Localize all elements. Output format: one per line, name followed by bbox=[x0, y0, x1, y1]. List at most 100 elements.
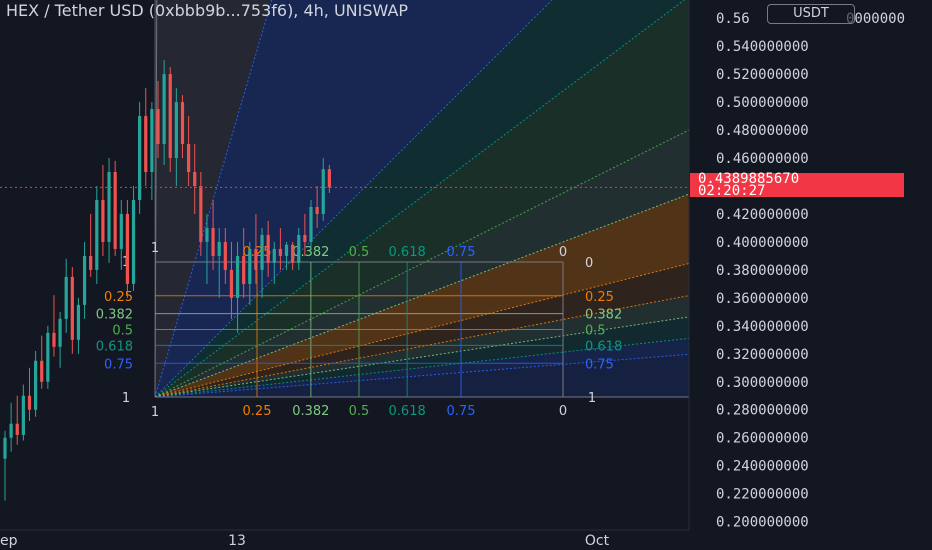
price-axis-label: 0.240000000 bbox=[716, 459, 809, 475]
price-axis-label: 0.200000000 bbox=[716, 515, 809, 531]
gann-level-label-right: 0.618 bbox=[585, 339, 622, 354]
price-axis-label: 0.300000000 bbox=[716, 375, 809, 391]
price-axis-label: 0.520000000 bbox=[716, 67, 809, 83]
candle-body bbox=[113, 172, 117, 249]
candle-body bbox=[229, 269, 234, 298]
gann-level-label-bottom: 0.382 bbox=[292, 404, 329, 419]
candle-body bbox=[46, 332, 50, 382]
candle-body bbox=[168, 74, 172, 159]
candle-body bbox=[101, 199, 105, 242]
candle-body bbox=[272, 248, 276, 263]
price-axis-label: 0.540000000 bbox=[716, 39, 809, 55]
price-chart[interactable]: 0.250.250.250.250.3820.3820.3820.3820.50… bbox=[0, 0, 932, 550]
candle-body bbox=[21, 395, 25, 435]
candle-body bbox=[297, 234, 301, 263]
candle-body bbox=[327, 169, 331, 188]
gann-level-label-top: 0.75 bbox=[447, 245, 476, 260]
last-price-tag: 0.4389885670 02:20:27 bbox=[690, 172, 904, 199]
chart-title: HEX / Tether USD (0xbbb9b...753f6), 4h, … bbox=[6, 1, 409, 20]
price-axis-label: 0.320000000 bbox=[716, 347, 809, 363]
candle-body bbox=[309, 206, 313, 242]
candle-body bbox=[144, 116, 148, 173]
candle-body bbox=[40, 360, 44, 382]
candle-body bbox=[156, 109, 160, 145]
time-axis-label: ep bbox=[0, 533, 18, 549]
gann-one-label: 1 bbox=[122, 391, 130, 406]
price-axis-label: 0.460000000 bbox=[716, 151, 809, 167]
gann-one-label: 1 bbox=[151, 241, 159, 256]
candle-body bbox=[34, 360, 38, 410]
gann-level-label-bottom: 0.25 bbox=[243, 404, 272, 419]
candle-body bbox=[205, 227, 209, 242]
gann-level-label-left: 0.75 bbox=[104, 357, 133, 372]
candle-body bbox=[150, 109, 154, 173]
currency-badge[interactable]: USDT bbox=[767, 4, 855, 24]
time-axis-label: 13 bbox=[228, 533, 246, 549]
gann-level-label-top: 0.618 bbox=[389, 245, 426, 260]
candle-body bbox=[223, 241, 227, 270]
candle-body bbox=[174, 102, 178, 159]
candle-body bbox=[27, 395, 32, 410]
candle-body bbox=[125, 213, 129, 284]
gann-level-label-left: 0.618 bbox=[96, 339, 133, 354]
gann-level-label-left: 0.382 bbox=[96, 308, 133, 323]
price-axis-label: 0.380000000 bbox=[716, 263, 809, 279]
gann-one-label: 1 bbox=[588, 391, 596, 406]
candle-body bbox=[70, 276, 74, 340]
candle-body bbox=[52, 332, 56, 347]
candle-body bbox=[187, 144, 191, 173]
price-axis-label: 0.360000000 bbox=[716, 291, 809, 307]
candle-body bbox=[76, 304, 81, 340]
candle-body bbox=[131, 199, 136, 284]
price-axis-label: 0.500000000 bbox=[716, 95, 809, 111]
candle-body bbox=[278, 248, 282, 256]
candle-body bbox=[199, 185, 203, 242]
gann-level-label-bottom: 0.75 bbox=[447, 404, 476, 419]
gann-one-label: 1 bbox=[151, 405, 159, 420]
candle-body bbox=[58, 318, 62, 347]
gann-level-label-left: 0.5 bbox=[112, 324, 133, 339]
candle-body bbox=[193, 172, 197, 186]
candle-body bbox=[315, 206, 319, 214]
price-axis-label: 0.340000000 bbox=[716, 319, 809, 335]
candle-body bbox=[180, 102, 185, 145]
candle-body bbox=[64, 276, 68, 319]
gann-fan-zones bbox=[155, 0, 689, 397]
gann-level-label-right: 0.382 bbox=[585, 308, 622, 323]
gann-zero-label: 0 bbox=[585, 256, 593, 271]
candle-body bbox=[303, 234, 307, 242]
gann-level-label-bottom: 0.5 bbox=[349, 404, 370, 419]
bar-countdown: 02:20:27 bbox=[698, 183, 766, 199]
candle-body bbox=[284, 244, 289, 256]
candle-body bbox=[82, 255, 87, 305]
candle-body bbox=[107, 172, 111, 242]
candle-body bbox=[162, 74, 166, 145]
candle-body bbox=[260, 234, 264, 270]
candle-body bbox=[217, 241, 221, 256]
gann-level-label-bottom: 0.618 bbox=[389, 404, 426, 419]
candle-body bbox=[254, 248, 258, 270]
candle-body bbox=[266, 234, 270, 263]
gann-zero-label: 0 bbox=[559, 245, 567, 260]
price-axis-label: 0.56 bbox=[716, 11, 750, 27]
price-axis-label: 0.220000000 bbox=[716, 487, 809, 503]
candle-body bbox=[95, 199, 99, 270]
gann-level-label-right: 0.75 bbox=[585, 357, 614, 372]
candle-body bbox=[291, 244, 295, 263]
candle-body bbox=[89, 255, 93, 270]
candle-body bbox=[9, 423, 13, 438]
candle-body bbox=[15, 423, 19, 435]
price-axis-label: 0.280000000 bbox=[716, 403, 809, 419]
gann-level-label-right: 0.25 bbox=[585, 290, 614, 305]
candle-body bbox=[248, 248, 252, 284]
candle-body bbox=[235, 255, 240, 298]
gann-level-label-top: 0.5 bbox=[349, 245, 370, 260]
price-axis-label: 0.420000000 bbox=[716, 207, 809, 223]
gann-level-label-left: 0.25 bbox=[104, 290, 133, 305]
candle-body bbox=[242, 255, 246, 284]
time-axis-label: Oct bbox=[585, 533, 610, 549]
price-axis-label: 0.480000000 bbox=[716, 123, 809, 139]
candle-body bbox=[321, 169, 325, 214]
gann-level-label-right: 0.5 bbox=[585, 324, 606, 339]
price-axis-label: 0.400000000 bbox=[716, 235, 809, 251]
